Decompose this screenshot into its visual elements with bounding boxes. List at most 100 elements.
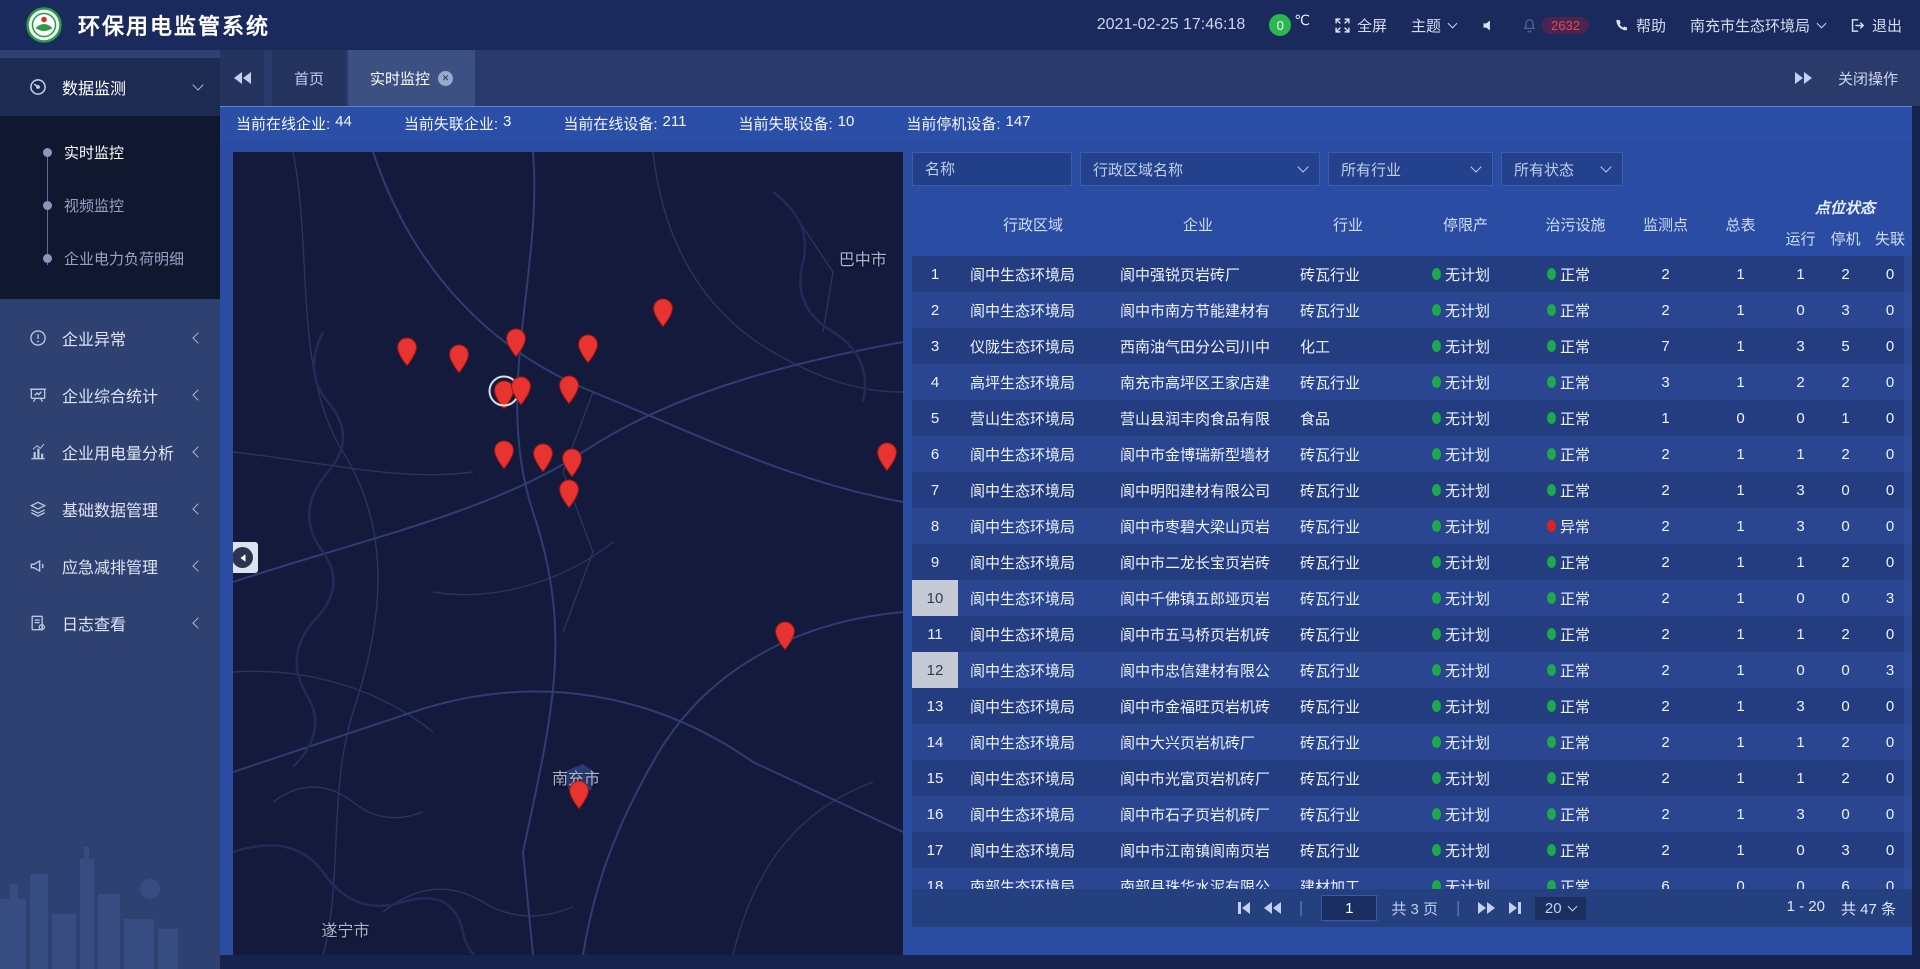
map-pin-icon[interactable] — [561, 448, 583, 478]
last-page-button[interactable] — [1509, 902, 1521, 914]
cell-region: 阆中生态环境局 — [958, 516, 1108, 537]
page-size-select[interactable]: 20 — [1535, 897, 1586, 920]
cell-facility-status: 正常 — [1523, 552, 1628, 573]
map-pin-icon[interactable] — [396, 337, 418, 367]
table-row[interactable]: 16阆中生态环境局阆中市石子页岩机砖厂砖瓦行业无计划正常21300 — [912, 796, 1912, 832]
cell-stop: 0 — [1823, 662, 1868, 679]
map-pin-icon[interactable] — [510, 376, 532, 406]
theme-dropdown[interactable]: 主题 — [1411, 15, 1456, 36]
cell-region: 阆中生态环境局 — [958, 552, 1108, 573]
status-dot-icon — [1547, 484, 1556, 496]
first-page-button[interactable] — [1238, 902, 1250, 914]
page-number-input[interactable] — [1321, 895, 1377, 921]
name-filter-field[interactable] — [912, 152, 1072, 186]
map-collapse-button[interactable] — [233, 542, 258, 573]
col-header-industry: 行业 — [1288, 192, 1408, 256]
cell-index: 10 — [912, 580, 958, 616]
cell-points: 2 — [1628, 806, 1703, 823]
map-pin-icon[interactable] — [558, 479, 580, 509]
map-pin-icon[interactable] — [577, 334, 599, 364]
sidebar-item[interactable]: 企业异常 — [0, 309, 220, 366]
industry-filter-select[interactable]: 所有行业 — [1328, 152, 1493, 186]
table-row[interactable]: 4高坪生态环境局南充市高坪区王家店建砖瓦行业无计划正常31220 — [912, 364, 1912, 400]
table-scrollbar[interactable] — [1904, 256, 1912, 889]
fullscreen-button[interactable]: 全屏 — [1334, 15, 1387, 36]
logout-button[interactable]: 退出 — [1849, 15, 1902, 36]
cell-region: 阆中生态环境局 — [958, 588, 1108, 609]
notifications[interactable]: 2632 — [1521, 17, 1589, 34]
map-pin-icon[interactable] — [876, 442, 898, 472]
cell-stop: 0 — [1823, 806, 1868, 823]
cell-region: 南部生态环境局 — [958, 876, 1108, 890]
cell-company: 南部县珠华水泥有限公 — [1108, 876, 1288, 890]
cell-company: 阆中市忠信建材有限公 — [1108, 660, 1288, 681]
table-row[interactable]: 2阆中生态环境局阆中市南方节能建材有砖瓦行业无计划正常21030 — [912, 292, 1912, 328]
cell-run: 0 — [1778, 878, 1823, 890]
table-row[interactable]: 12阆中生态环境局阆中市忠信建材有限公砖瓦行业无计划正常21003 — [912, 652, 1912, 688]
table-row[interactable]: 5营山生态环境局营山县润丰肉食品有限食品无计划正常10010 — [912, 400, 1912, 436]
cell-run: 3 — [1778, 482, 1823, 499]
cell-points: 2 — [1628, 302, 1703, 319]
user-org-dropdown[interactable]: 南充市生态环境局 — [1690, 15, 1825, 36]
cell-index: 11 — [912, 626, 958, 643]
cell-points: 2 — [1628, 842, 1703, 859]
status-dot-icon — [1432, 412, 1441, 424]
map-pin-icon[interactable] — [505, 328, 527, 358]
map-pin-icon[interactable] — [493, 440, 515, 470]
table-row[interactable]: 14阆中生态环境局阆中大兴页岩机砖厂砖瓦行业无计划正常21120 — [912, 724, 1912, 760]
map-panel[interactable]: 巴中市南充市遂宁市 — [233, 152, 903, 955]
sidebar-item[interactable]: 应急减排管理 — [0, 537, 220, 594]
table-row[interactable]: 11阆中生态环境局阆中市五马桥页岩机砖砖瓦行业无计划正常21120 — [912, 616, 1912, 652]
sidebar-subitem[interactable]: 企业电力负荷明细 — [0, 232, 220, 285]
help-button[interactable]: 帮助 — [1613, 15, 1666, 36]
cell-company: 阆中市金福旺页岩机砖 — [1108, 696, 1288, 717]
sidebar-item[interactable]: 企业综合统计 — [0, 366, 220, 423]
name-filter-input[interactable] — [925, 161, 1059, 178]
table-row[interactable]: 3仪陇生态环境局西南油气田分公司川中化工无计划正常71350 — [912, 328, 1912, 364]
table-row[interactable]: 9阆中生态环境局阆中市二龙长宝页岩砖砖瓦行业无计划正常21120 — [912, 544, 1912, 580]
tabs-scroll-left-button[interactable] — [220, 50, 264, 106]
table-row[interactable]: 6阆中生态环境局阆中市金博瑞新型墙材砖瓦行业无计划正常21120 — [912, 436, 1912, 472]
status-dot-icon — [1547, 736, 1556, 748]
cell-region: 阆中生态环境局 — [958, 300, 1108, 321]
status-metric-label: 当前失联设备: — [738, 113, 832, 134]
close-operations-button[interactable]: 关闭操作 — [1838, 68, 1898, 89]
sidebar-item[interactable]: 企业用电量分析 — [0, 423, 220, 480]
close-icon[interactable]: ✕ — [438, 71, 453, 86]
table-row[interactable]: 17阆中生态环境局阆中市江南镇阆南页岩砖瓦行业无计划正常21030 — [912, 832, 1912, 868]
region-filter-select[interactable]: 行政区域名称 — [1080, 152, 1320, 186]
map-pin-icon[interactable] — [652, 298, 674, 328]
table-row[interactable]: 15阆中生态环境局阆中市光富页岩机砖厂砖瓦行业无计划正常21120 — [912, 760, 1912, 796]
tabs-scroll-right-button[interactable] — [1795, 72, 1812, 84]
cell-region: 阆中生态环境局 — [958, 264, 1108, 285]
table-row[interactable]: 7阆中生态环境局阆中明阳建材有限公司砖瓦行业无计划正常21300 — [912, 472, 1912, 508]
cell-stop: 2 — [1823, 770, 1868, 787]
table-row[interactable]: 10阆中生态环境局阆中千佛镇五郎垭页岩砖瓦行业无计划正常21003 — [912, 580, 1912, 616]
cell-facility-status: 正常 — [1523, 732, 1628, 753]
prev-page-button[interactable] — [1264, 902, 1281, 914]
map-pin-icon[interactable] — [448, 344, 470, 374]
map-pin-icon[interactable] — [568, 780, 590, 810]
cell-run: 0 — [1778, 662, 1823, 679]
next-page-button[interactable] — [1478, 902, 1495, 914]
sidebar-item[interactable]: 日志查看 — [0, 594, 220, 651]
table-row[interactable]: 8阆中生态环境局阆中市枣碧大梁山页岩砖瓦行业无计划异常21300 — [912, 508, 1912, 544]
sidebar-section-data-monitoring[interactable]: 数据监测 — [0, 58, 220, 116]
sound-toggle[interactable] — [1480, 17, 1497, 34]
map-pin-icon[interactable] — [774, 621, 796, 651]
tab-active[interactable]: 实时监控✕ — [348, 50, 475, 106]
cell-region: 阆中生态环境局 — [958, 732, 1108, 753]
table-row[interactable]: 18南部生态环境局南部县珠华水泥有限公建材加工无计划正常60060 — [912, 868, 1912, 889]
tab-inactive[interactable]: 首页 — [272, 50, 346, 106]
sidebar-item[interactable]: 基础数据管理 — [0, 480, 220, 537]
table-row[interactable]: 1阆中生态环境局阆中强锐页岩砖厂砖瓦行业无计划正常21120 — [912, 256, 1912, 292]
map-pin-icon[interactable] — [558, 375, 580, 405]
cell-run: 0 — [1778, 842, 1823, 859]
sidebar-subitem[interactable]: 视频监控 — [0, 179, 220, 232]
cell-region: 仪陇生态环境局 — [958, 336, 1108, 357]
cell-total: 1 — [1703, 806, 1778, 823]
sidebar-subitem[interactable]: 实时监控 — [0, 126, 220, 179]
map-pin-icon[interactable] — [532, 443, 554, 473]
table-row[interactable]: 13阆中生态环境局阆中市金福旺页岩机砖砖瓦行业无计划正常21300 — [912, 688, 1912, 724]
status-filter-select[interactable]: 所有状态 — [1501, 152, 1623, 186]
